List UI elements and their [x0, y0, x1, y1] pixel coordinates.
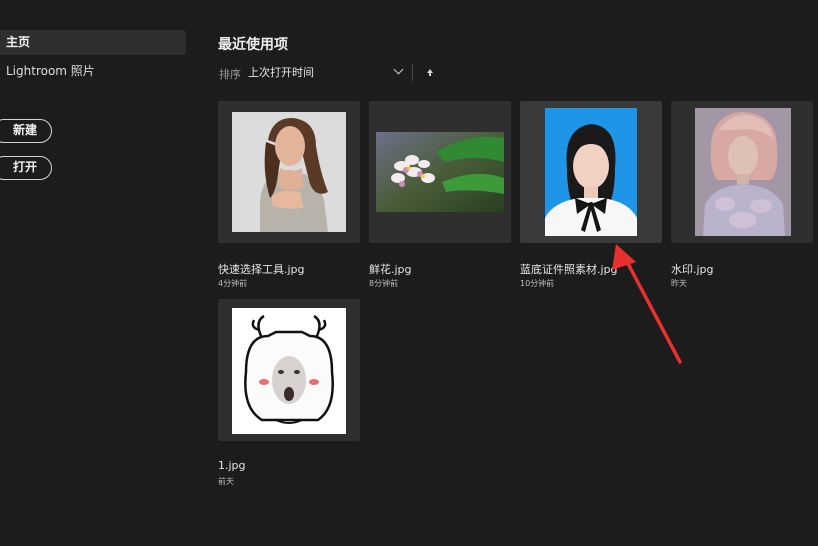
- file-name: 蓝底证件照素材.jpg: [520, 263, 618, 276]
- sort-label: 排序: [219, 68, 241, 81]
- file-name: 快速选择工具.jpg: [218, 263, 305, 276]
- thumbnail-image: [232, 112, 346, 232]
- file-time: 前天: [218, 477, 234, 486]
- file-thumbnail[interactable]: [369, 101, 511, 243]
- page-title: 最近使用项: [218, 37, 288, 53]
- thumbnail-image: [232, 308, 346, 434]
- sidebar: 主页 Lightroom 照片 新建 打开: [0, 0, 196, 546]
- file-thumbnail[interactable]: [671, 101, 813, 243]
- sidebar-item-lightroom-photos[interactable]: Lightroom 照片: [0, 59, 186, 84]
- file-thumbnail[interactable]: [520, 101, 662, 243]
- file-time: 4分钟前: [218, 279, 248, 288]
- file-time: 8分钟前: [369, 279, 399, 288]
- thumbnail-image: [695, 108, 791, 236]
- file-thumbnail[interactable]: [218, 299, 360, 441]
- open-button[interactable]: 打开: [0, 156, 52, 180]
- new-button[interactable]: 新建: [0, 119, 52, 143]
- file-card[interactable]: 1.jpg 前天: [218, 299, 360, 486]
- chevron-down-icon: [393, 64, 404, 75]
- file-time: 昨天: [671, 279, 687, 288]
- file-card[interactable]: 快速选择工具.jpg 4分钟前: [218, 101, 360, 288]
- thumbnail-image: [376, 132, 504, 212]
- file-name: 水印.jpg: [671, 263, 714, 276]
- file-card[interactable]: 水印.jpg 昨天: [671, 101, 813, 288]
- sort-value: 上次打开时间: [248, 66, 314, 79]
- sort-dropdown[interactable]: 上次打开时间: [248, 64, 406, 82]
- arrow-up-icon: [427, 69, 433, 76]
- file-name: 鲜花.jpg: [369, 263, 412, 276]
- divider: [412, 64, 413, 81]
- sort-direction-button[interactable]: [424, 64, 436, 81]
- file-name: 1.jpg: [218, 459, 246, 472]
- sidebar-item-home[interactable]: 主页: [0, 30, 186, 55]
- file-card[interactable]: 鲜花.jpg 8分钟前: [369, 101, 511, 288]
- file-card[interactable]: 蓝底证件照素材.jpg 10分钟前: [520, 101, 662, 288]
- thumbnail-image: [545, 108, 637, 236]
- file-time: 10分钟前: [520, 279, 555, 288]
- file-thumbnail[interactable]: [218, 101, 360, 243]
